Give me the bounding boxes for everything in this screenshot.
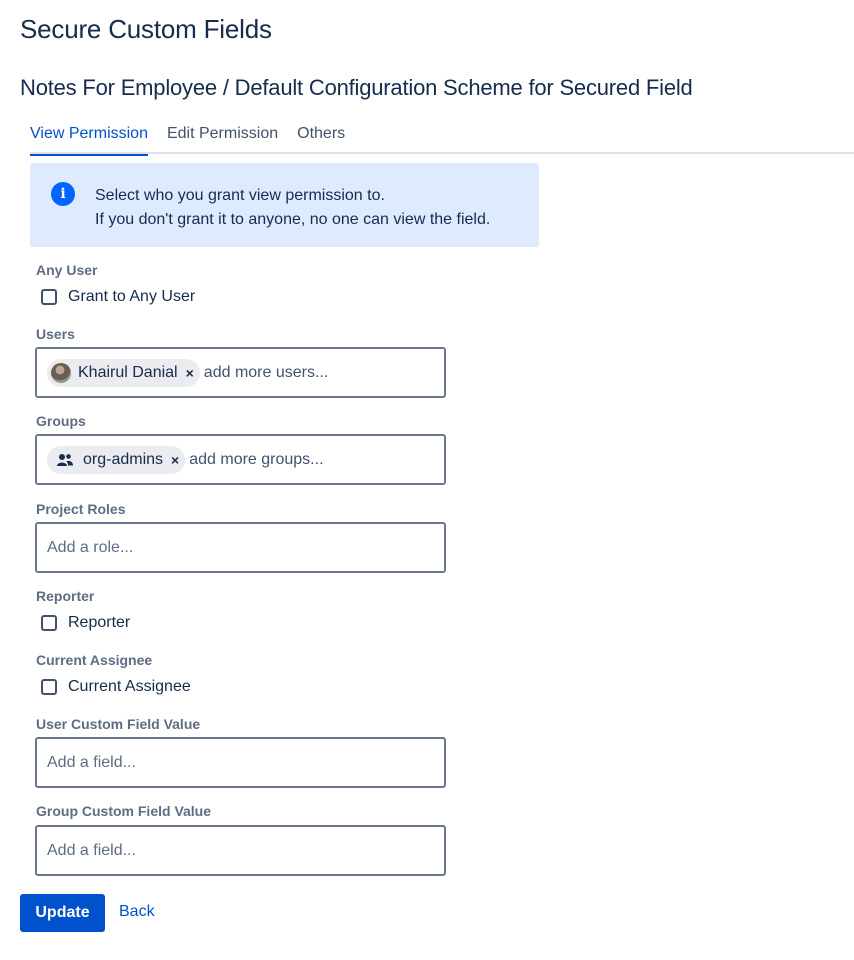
project-roles-input[interactable]: Add a role...	[35, 522, 446, 573]
page-subtitle: Notes For Employee / Default Configurati…	[20, 75, 693, 100]
group-custom-field-label: Group Custom Field Value	[36, 803, 212, 819]
project-roles-label: Project Roles	[36, 501, 126, 517]
current-assignee-checkbox-row[interactable]: Current Assignee	[41, 678, 191, 696]
current-assignee-label: Current Assignee	[36, 652, 153, 668]
update-button[interactable]: Update	[20, 894, 105, 932]
users-input[interactable]: add more users...	[204, 364, 329, 382]
user-tag-name: Khairul Danial	[78, 363, 178, 381]
group-custom-field-input[interactable]: Add a field...	[35, 825, 446, 876]
group-icon	[57, 453, 73, 466]
user-tag: Khairul Danial ×	[47, 358, 200, 387]
reporter-checkbox[interactable]	[41, 615, 57, 631]
users-label: Users	[36, 326, 75, 342]
reporter-checkbox-label[interactable]: Reporter	[68, 614, 130, 632]
any-user-checkbox[interactable]	[41, 289, 57, 305]
info-icon: i	[51, 182, 75, 206]
current-assignee-checkbox-label[interactable]: Current Assignee	[68, 678, 191, 696]
any-user-checkbox-row[interactable]: Grant to Any User	[41, 288, 195, 306]
page: Secure Custom Fields Notes For Employee …	[0, 0, 854, 960]
any-user-label: Any User	[36, 262, 98, 278]
info-message: i Select who you grant view permission t…	[30, 163, 539, 247]
reporter-label: Reporter	[36, 588, 95, 604]
tab-edit-permission[interactable]: Edit Permission	[167, 122, 278, 154]
tab-others[interactable]: Others	[297, 122, 345, 154]
groups-label: Groups	[36, 413, 86, 429]
info-text: Select who you grant view permission to.…	[95, 184, 490, 232]
back-link[interactable]: Back	[119, 903, 155, 921]
user-custom-field-input[interactable]: Add a field...	[35, 737, 446, 788]
page-title: Secure Custom Fields	[20, 14, 272, 44]
reporter-checkbox-row[interactable]: Reporter	[41, 614, 130, 632]
user-custom-field-placeholder: Add a field...	[47, 753, 136, 771]
group-tag-name: org-admins	[83, 450, 164, 468]
group-custom-field-placeholder: Add a field...	[47, 841, 136, 859]
tab-bar: View Permission Edit Permission Others	[30, 122, 854, 156]
tab-view-permission[interactable]: View Permission	[30, 122, 148, 156]
users-picker[interactable]: Khairul Danial × add more users...	[35, 347, 446, 398]
groups-input[interactable]: add more groups...	[189, 451, 323, 469]
info-line-1: Select who you grant view permission to.	[95, 187, 385, 204]
any-user-checkbox-label[interactable]: Grant to Any User	[68, 288, 195, 306]
close-icon[interactable]: ×	[171, 452, 179, 468]
user-avatar	[51, 362, 71, 383]
user-custom-field-label: User Custom Field Value	[36, 716, 201, 732]
close-icon[interactable]: ×	[186, 365, 194, 381]
info-line-2: If you don't grant it to anyone, no one …	[95, 211, 491, 228]
groups-picker[interactable]: org-admins × add more groups...	[35, 434, 446, 485]
current-assignee-checkbox[interactable]	[41, 679, 57, 695]
group-tag: org-admins ×	[47, 445, 186, 474]
project-roles-placeholder: Add a role...	[47, 538, 134, 556]
